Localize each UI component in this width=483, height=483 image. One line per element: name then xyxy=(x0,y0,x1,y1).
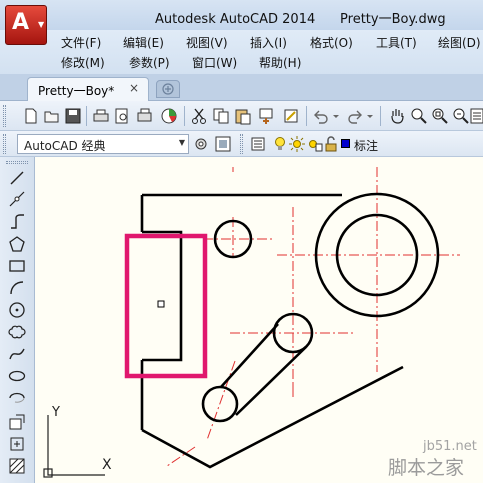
autocad-logo-icon: A xyxy=(12,10,30,35)
draw-toolbar xyxy=(0,157,35,483)
layer-properties-icon[interactable] xyxy=(250,135,268,153)
lightbulb-icon[interactable] xyxy=(271,135,289,153)
workspace-settings-icon[interactable] xyxy=(192,135,210,153)
menu-help[interactable]: 帮助(H) xyxy=(259,54,301,71)
standard-toolbar xyxy=(0,101,483,131)
menu-window[interactable]: 窗口(W) xyxy=(192,54,237,71)
tab-label: Pretty一Boy* xyxy=(38,84,115,98)
workspace-value: AutoCAD 经典 xyxy=(24,139,106,153)
menu-edit[interactable]: 编辑(E) xyxy=(123,34,164,51)
paste-icon[interactable] xyxy=(234,107,252,125)
zoom-realtime-icon[interactable] xyxy=(410,107,428,125)
highlight-box xyxy=(124,233,208,379)
redo-dropdown-icon[interactable] xyxy=(366,107,374,125)
save-icon[interactable] xyxy=(64,107,82,125)
insert-block-icon[interactable] xyxy=(8,413,26,431)
window-title: Autodesk AutoCAD 2014 Pretty一Boy.dwg xyxy=(155,12,446,27)
layer-color-swatch xyxy=(341,139,350,148)
workspace-select[interactable]: AutoCAD 经典 ▼ xyxy=(17,134,189,154)
menu-draw[interactable]: 绘图(D) xyxy=(438,34,481,51)
circle-icon[interactable] xyxy=(8,301,26,319)
line-icon[interactable] xyxy=(8,169,26,187)
block-editor-icon[interactable] xyxy=(282,107,300,125)
undo-icon[interactable] xyxy=(312,107,330,125)
new-icon[interactable] xyxy=(22,107,40,125)
revision-cloud-icon[interactable] xyxy=(8,323,26,341)
zoom-previous-icon[interactable] xyxy=(452,107,470,125)
ucs-y-label: Y xyxy=(52,405,60,420)
title-bar: Autodesk AutoCAD 2014 Pretty一Boy.dwg xyxy=(0,0,483,30)
viewport-freeze-icon[interactable] xyxy=(305,135,323,153)
open-icon[interactable] xyxy=(43,107,61,125)
pan-icon[interactable] xyxy=(388,107,406,125)
zoom-window-icon[interactable] xyxy=(431,107,449,125)
watermark-site: jb51.net xyxy=(423,439,477,454)
chevron-down-icon: ▼ xyxy=(178,138,185,147)
menu-parametric[interactable]: 参数(P) xyxy=(129,54,170,71)
properties-icon[interactable] xyxy=(470,107,483,125)
print-icon[interactable] xyxy=(92,107,110,125)
menu-view[interactable]: 视图(V) xyxy=(186,34,228,51)
plus-icon xyxy=(162,83,174,95)
arc-icon[interactable] xyxy=(8,279,26,297)
current-layer[interactable]: 标注 xyxy=(354,137,378,154)
undo-dropdown-icon[interactable] xyxy=(332,107,340,125)
watermark-name: 脚本之家 xyxy=(388,457,465,479)
ellipse-icon[interactable] xyxy=(8,367,26,385)
publish-icon[interactable] xyxy=(136,107,154,125)
match-properties-icon[interactable] xyxy=(258,107,276,125)
unlock-icon[interactable] xyxy=(322,135,340,153)
ucs-x-label: X xyxy=(102,457,112,473)
tab-pretty-boy[interactable]: Pretty一Boy* × xyxy=(27,77,149,101)
construction-line-icon[interactable] xyxy=(8,190,26,208)
notch-outline xyxy=(142,230,183,362)
menu-format[interactable]: 格式(O) xyxy=(310,34,353,51)
grip-handle[interactable] xyxy=(157,300,165,308)
cut-icon[interactable] xyxy=(190,107,208,125)
centerlines xyxy=(166,167,460,467)
sun-icon[interactable] xyxy=(288,135,306,153)
spline-icon[interactable] xyxy=(8,345,26,363)
ellipse-arc-icon[interactable] xyxy=(8,389,26,407)
new-tab-button[interactable] xyxy=(156,80,180,98)
copy-icon[interactable] xyxy=(212,107,230,125)
ucs-icon xyxy=(43,415,105,478)
drawing-svg xyxy=(43,167,460,478)
customize-icon[interactable] xyxy=(214,135,232,153)
print-preview-icon[interactable] xyxy=(113,107,131,125)
menu-insert[interactable]: 插入(I) xyxy=(250,34,287,51)
application-menu-button[interactable]: A ▼ xyxy=(5,5,47,45)
polyline-icon[interactable] xyxy=(8,213,26,231)
workspace-toolbar: AutoCAD 经典 ▼ 标注 xyxy=(0,131,483,157)
drawing-canvas[interactable]: Y X jb51.net 脚本之家 xyxy=(35,157,483,483)
redo-icon[interactable] xyxy=(346,107,364,125)
chevron-down-icon: ▼ xyxy=(38,20,45,29)
outline-bottom-edge xyxy=(141,365,404,469)
menu-bar: 文件(F) 编辑(E) 视图(V) 插入(I) 格式(O) 工具(T) 绘图(D… xyxy=(0,30,483,74)
polygon-icon[interactable] xyxy=(8,235,26,253)
plot-icon[interactable] xyxy=(160,107,178,125)
menu-modify[interactable]: 修改(M) xyxy=(61,54,105,71)
file-tab-bar: Pretty一Boy* × xyxy=(0,74,483,101)
menu-tools[interactable]: 工具(T) xyxy=(376,34,417,51)
menu-file[interactable]: 文件(F) xyxy=(61,34,101,51)
hatch-icon[interactable] xyxy=(8,457,26,475)
make-block-icon[interactable] xyxy=(8,435,26,453)
close-icon[interactable]: × xyxy=(129,81,139,95)
rectangle-icon[interactable] xyxy=(8,257,26,275)
